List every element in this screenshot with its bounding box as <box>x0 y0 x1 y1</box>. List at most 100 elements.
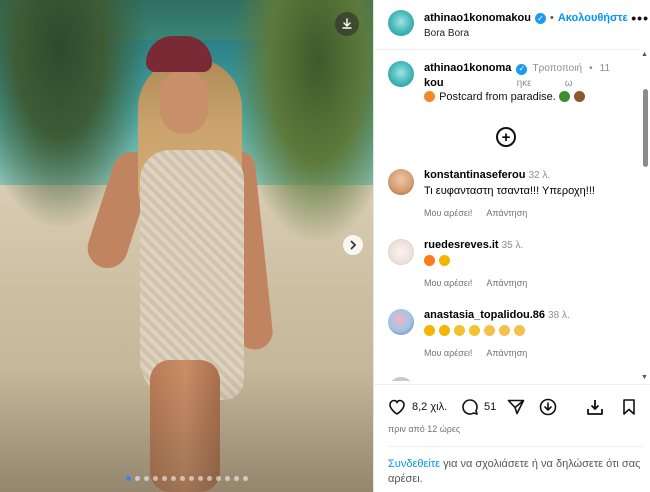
carousel-dot[interactable] <box>179 476 185 481</box>
share-icon[interactable] <box>506 397 526 417</box>
foreground-shade <box>0 372 373 492</box>
carousel-dot[interactable] <box>143 476 149 481</box>
post-actions-bar: 8,2 χιλ. 51 <box>374 384 650 428</box>
bookmark-icon[interactable] <box>619 397 639 417</box>
carousel-dot[interactable] <box>188 476 194 481</box>
carousel-dot[interactable] <box>206 476 212 481</box>
carousel-dot[interactable] <box>224 476 230 481</box>
like-comment-button[interactable]: Μου αρέσει! <box>424 278 472 288</box>
post-image[interactable] <box>0 0 373 492</box>
heart-eyes-emoji-icon <box>424 325 435 336</box>
caption-time-cont: ω <box>564 78 573 89</box>
carousel-dots <box>0 476 373 481</box>
carousel-dot[interactable] <box>233 476 239 481</box>
author-line: athinao1konomakou ✓ • Ακολουθήστε <box>424 12 628 24</box>
post-age: πριν από 12 ώρες <box>388 424 461 434</box>
post-header: athinao1konomakou ✓ • Ακολουθήστε Bora B… <box>374 0 648 50</box>
heart-eyes-emoji-icon <box>439 325 451 336</box>
carousel-dot[interactable] <box>170 476 176 481</box>
comment-head: ruedesreves.it 35 λ. <box>424 239 523 251</box>
comment-actions: Μου αρέσει! Απάντηση <box>424 278 539 288</box>
reply-button[interactable]: Απάντηση <box>486 348 527 358</box>
verified-icon: ✓ <box>534 12 546 24</box>
comment-text <box>424 255 451 267</box>
caption-username-cont[interactable]: kou <box>424 77 444 89</box>
comment-text <box>424 325 526 337</box>
clap-emoji-icon <box>514 325 526 336</box>
follow-button[interactable]: Ακολουθήστε <box>558 12 628 24</box>
commenter-username[interactable]: anastasia_topalidou.86 <box>424 309 545 321</box>
comment-text: Τι ευφανταστη τσαντα!!! Υπεροχη!!! <box>424 185 595 197</box>
carousel-dot[interactable] <box>197 476 203 481</box>
next-image-button[interactable] <box>343 235 363 255</box>
comment-actions: Μου αρέσει! Απάντηση <box>424 208 539 218</box>
reply-button[interactable]: Απάντηση <box>486 208 527 218</box>
face <box>160 70 208 134</box>
like-comment-button[interactable]: Μου αρέσει! <box>424 208 472 218</box>
fire-emoji-icon <box>424 255 435 266</box>
caption-time: 11 <box>599 63 611 74</box>
likes-count[interactable]: 8,2 χιλ. <box>412 401 447 413</box>
palm-tree-emoji-icon <box>558 91 570 102</box>
post-side-panel: athinao1konomakou ✓ • Ακολουθήστε Bora B… <box>373 0 650 492</box>
scrollbar-thumb[interactable] <box>643 89 648 167</box>
login-link[interactable]: Συνδεθείτε <box>388 458 440 470</box>
commenter-avatar[interactable] <box>388 309 414 335</box>
add-comment-icon[interactable]: + <box>496 127 516 147</box>
caption-head: athinao1konoma ✓ Τροποποιή • 11 kou ηκε … <box>424 61 634 91</box>
verified-icon: ✓ <box>516 63 528 75</box>
scroll-down-arrow-icon[interactable]: ▼ <box>641 374 648 381</box>
comments-count[interactable]: 51 <box>484 401 496 413</box>
caption-username[interactable]: athinao1konoma <box>424 62 511 74</box>
comment-time: 38 λ. <box>548 310 570 321</box>
download-button[interactable] <box>335 12 359 36</box>
location[interactable]: Bora Bora <box>424 28 469 39</box>
carousel-dot[interactable] <box>161 476 167 481</box>
mango-emoji-icon <box>424 91 435 102</box>
commenter-avatar[interactable] <box>388 239 414 265</box>
caption-text: Postcard from paradise. <box>424 91 586 103</box>
more-icon[interactable]: ••• <box>631 10 649 26</box>
edited-label-cont: ηκε <box>516 78 532 89</box>
author-username[interactable]: athinao1konomakou <box>424 12 531 24</box>
head-scarf <box>146 36 212 72</box>
caption-dot: • <box>589 63 593 74</box>
clap-emoji-icon <box>484 325 496 336</box>
edited-label: Τροποποιή <box>532 63 583 74</box>
scroll-up-arrow-icon[interactable]: ▲ <box>641 51 648 58</box>
download-icon <box>342 18 352 29</box>
author-avatar[interactable] <box>388 10 414 36</box>
caption-body: Postcard from paradise. <box>439 91 559 103</box>
like-comment-button[interactable]: Μου αρέσει! <box>424 348 472 358</box>
heart-icon[interactable] <box>387 397 407 417</box>
separator: • <box>549 12 554 24</box>
carousel-dot[interactable] <box>152 476 158 481</box>
carousel-dot[interactable] <box>125 476 131 481</box>
download-icon[interactable] <box>585 397 605 417</box>
carousel-dot[interactable] <box>215 476 221 481</box>
comment-icon[interactable] <box>460 397 480 417</box>
caption-avatar[interactable] <box>388 61 414 87</box>
commenter-avatar[interactable] <box>388 169 414 195</box>
login-prompt: Συνδεθείτε για να σχολιάσετε ή να δηλώσε… <box>388 446 643 487</box>
reply-button[interactable]: Απάντηση <box>486 278 527 288</box>
comments-scrollbar[interactable]: ▲ ▼ <box>640 51 650 381</box>
repost-icon[interactable] <box>538 397 558 417</box>
chevron-right-icon <box>350 240 357 250</box>
comments-scroll[interactable]: athinao1konoma ✓ Τροποποιή • 11 kou ηκε … <box>374 51 639 381</box>
heart-eyes-emoji-icon <box>439 255 451 266</box>
commenter-username[interactable]: ruedesreves.it <box>424 239 499 251</box>
carousel-dot[interactable] <box>134 476 140 481</box>
commenter-avatar[interactable] <box>388 377 414 381</box>
coconut-emoji-icon <box>573 91 585 102</box>
scream-emoji-icon <box>469 325 481 336</box>
comment-head: anastasia_topalidou.86 38 λ. <box>424 309 570 321</box>
comment-time: 32 λ. <box>528 170 551 181</box>
commenter-username[interactable]: konstantinaseferou <box>424 169 525 181</box>
comment-time: 35 λ. <box>501 240 524 251</box>
comment-head: konstantinaseferou 32 λ. <box>424 169 550 181</box>
comment-actions: Μου αρέσει! Απάντηση <box>424 348 539 358</box>
scream-emoji-icon <box>454 325 466 336</box>
clap-emoji-icon <box>499 325 511 336</box>
carousel-dot[interactable] <box>242 476 248 481</box>
